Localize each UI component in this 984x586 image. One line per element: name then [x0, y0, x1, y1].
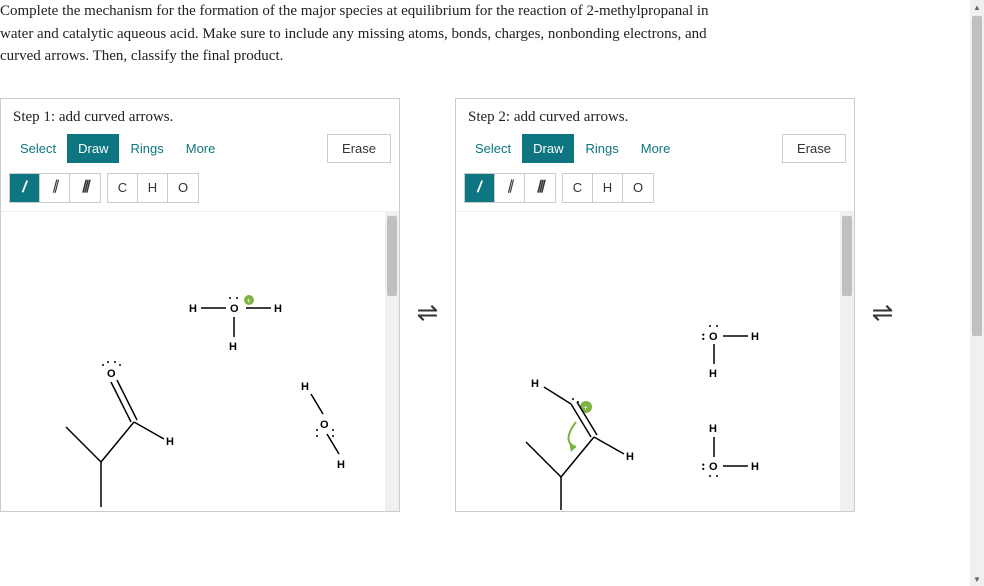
step1-atom-tools: C H O	[107, 173, 199, 203]
scroll-down-arrow[interactable]: ▼	[970, 572, 984, 586]
svg-text:H: H	[751, 331, 759, 343]
step2-panel: Step 2: add curved arrows. Select Draw R…	[455, 98, 855, 512]
step2-bond-tools: / 𝄁 ⦀	[464, 173, 556, 203]
step2-tab-more[interactable]: More	[630, 134, 682, 163]
step2-triple-bond[interactable]: ⦀	[525, 174, 555, 202]
step2-structure: H + H : O H H	[456, 212, 856, 512]
svg-text:O: O	[107, 368, 116, 380]
step1-tab-more[interactable]: More	[175, 134, 227, 163]
equilibrium-arrow-1: ⇌	[400, 298, 455, 328]
single-bond-icon: /	[477, 179, 481, 197]
triple-bond-icon: ⦀	[536, 179, 543, 197]
step2-single-bond[interactable]: /	[465, 174, 495, 202]
step1-canvas[interactable]: O H H O + H H H	[1, 211, 399, 511]
step2-tabs: Select Draw Rings More	[464, 134, 681, 163]
double-bond-icon: 𝄁	[508, 179, 510, 197]
step1-atom-h[interactable]: H	[138, 174, 168, 202]
svg-text:H: H	[709, 368, 717, 380]
svg-text:H: H	[337, 459, 345, 471]
step1-title: Step 1: add curved arrows.	[1, 99, 399, 134]
step1-tab-draw[interactable]: Draw	[67, 134, 119, 163]
svg-text::: :	[701, 459, 706, 474]
svg-text:H: H	[229, 341, 237, 353]
step1-panel: Step 1: add curved arrows. Select Draw R…	[0, 98, 400, 512]
step1-triple-bond[interactable]: ⦀	[70, 174, 100, 202]
step1-scrollbar[interactable]	[385, 212, 399, 511]
svg-text:H: H	[301, 381, 309, 393]
step1-tab-rings[interactable]: Rings	[119, 134, 174, 163]
step2-title: Step 2: add curved arrows.	[456, 99, 854, 134]
single-bond-icon: /	[22, 179, 26, 197]
step2-tab-draw[interactable]: Draw	[522, 134, 574, 163]
step2-tab-select[interactable]: Select	[464, 134, 522, 163]
svg-text:H: H	[166, 436, 174, 448]
svg-text::: :	[701, 329, 706, 344]
step2-subtoolbar: / 𝄁 ⦀ C H O	[456, 169, 854, 211]
question-line2: water and catalytic aqueous acid. Make s…	[0, 26, 707, 42]
step2-double-bond[interactable]: 𝄁	[495, 174, 525, 202]
scrollbar-thumb[interactable]	[387, 216, 397, 296]
step2-erase-button[interactable]: Erase	[782, 134, 846, 163]
step1-bond-tools: / 𝄁 ⦀	[9, 173, 101, 203]
equilibrium-arrow-2: ⇌	[855, 298, 910, 328]
step2-canvas[interactable]: H + H : O H H	[456, 211, 854, 511]
step1-toolbar: Select Draw Rings More Erase	[1, 134, 399, 169]
svg-text:H: H	[274, 303, 282, 315]
double-bond-icon: 𝄁	[53, 179, 55, 197]
step2-scrollbar[interactable]	[840, 212, 854, 511]
svg-text:+: +	[246, 296, 251, 306]
svg-text:+: +	[583, 403, 588, 413]
question-line1: Complete the mechanism for the formation…	[0, 3, 709, 19]
step2-atom-tools: C H O	[562, 173, 654, 203]
step1-tab-select[interactable]: Select	[9, 134, 67, 163]
step2-atom-h[interactable]: H	[593, 174, 623, 202]
svg-text:O: O	[709, 331, 718, 343]
scrollbar-thumb[interactable]	[842, 216, 852, 296]
triple-bond-icon: ⦀	[81, 179, 88, 197]
step1-atom-o[interactable]: O	[168, 174, 198, 202]
svg-text:H: H	[189, 303, 197, 315]
step2-atom-c[interactable]: C	[563, 174, 593, 202]
svg-text:O: O	[320, 419, 329, 431]
scroll-up-arrow[interactable]: ▲	[970, 0, 984, 14]
svg-text:H: H	[709, 423, 717, 435]
step1-double-bond[interactable]: 𝄁	[40, 174, 70, 202]
svg-text:O: O	[709, 461, 718, 473]
page-scrollbar[interactable]: ▲ ▼	[970, 0, 984, 586]
step1-erase-button[interactable]: Erase	[327, 134, 391, 163]
svg-text:H: H	[531, 378, 539, 390]
page-scrollbar-thumb[interactable]	[972, 16, 982, 336]
panels-row: Step 1: add curved arrows. Select Draw R…	[0, 88, 984, 512]
step2-toolbar: Select Draw Rings More Erase	[456, 134, 854, 169]
svg-text:H: H	[626, 451, 634, 463]
svg-text:O: O	[230, 303, 239, 315]
step1-structure: O H H O + H H H	[1, 212, 401, 512]
step2-atom-o[interactable]: O	[623, 174, 653, 202]
step1-subtoolbar: / 𝄁 ⦀ C H O	[1, 169, 399, 211]
question-line3: curved arrows. Then, classify the final …	[0, 48, 283, 64]
svg-text:H: H	[751, 461, 759, 473]
step2-tab-rings[interactable]: Rings	[574, 134, 629, 163]
question-text: Complete the mechanism for the formation…	[0, 0, 984, 88]
step1-tabs: Select Draw Rings More	[9, 134, 226, 163]
step1-single-bond[interactable]: /	[10, 174, 40, 202]
step1-atom-c[interactable]: C	[108, 174, 138, 202]
